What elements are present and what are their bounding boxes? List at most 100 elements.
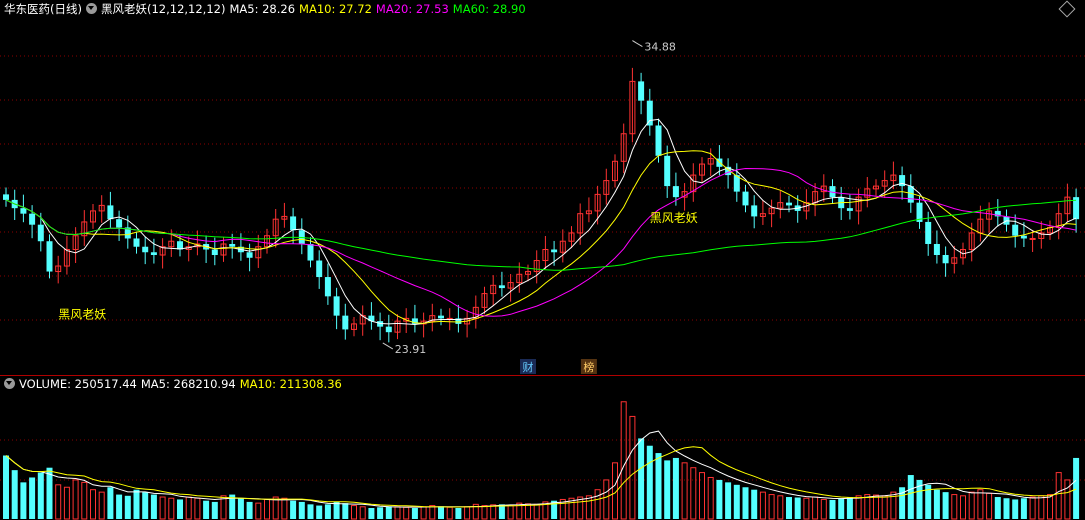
volume-bar: [333, 501, 340, 519]
candle: [498, 285, 505, 289]
volume-bar: [585, 495, 592, 520]
volume-bar: [794, 497, 801, 519]
volume-bar: [525, 503, 531, 520]
volume-bar: [577, 496, 584, 520]
volume-bar: [237, 498, 244, 519]
price-header: 华东医药(日线) 黑风老妖(12,12,12,12) MA5: 28.26 MA10:…: [4, 1, 530, 17]
low-marker: [382, 342, 394, 350]
volume-label: VOLUME: 250517.44: [19, 377, 137, 391]
volume-bar: [620, 401, 627, 520]
candle: [551, 249, 558, 253]
stock-chart-app: 34.88 23.91 黑风老妖 黑风老妖财榜 华东医药(日线) 黑风老妖(12,12,…: [0, 0, 1085, 520]
volume-bar: [646, 445, 653, 519]
volume-bar: [81, 481, 88, 520]
candle: [1029, 237, 1036, 240]
volume-bar: [385, 506, 392, 519]
volume-bar: [873, 494, 879, 520]
low-price-label: 23.91: [395, 343, 427, 356]
ma5-line: [5, 118, 1077, 326]
volume-bar: [951, 494, 958, 520]
volume-bar: [281, 497, 288, 520]
volume-bar: [368, 508, 375, 519]
volume-bar: [264, 498, 270, 520]
volume-bar: [820, 498, 827, 520]
volume-bar: [438, 506, 444, 519]
volume-bar: [829, 499, 836, 519]
candle: [316, 260, 323, 278]
candle: [646, 100, 653, 126]
volume-bar: [211, 501, 218, 519]
candle: [37, 224, 44, 242]
volume-bar: [1012, 499, 1019, 519]
candle: [342, 315, 349, 330]
candle: [116, 219, 123, 228]
volume-dropdown-icon[interactable]: [4, 378, 15, 389]
volume-bar: [464, 506, 471, 520]
high-marker: [632, 40, 643, 48]
volume-bar: [907, 475, 914, 519]
volume-bar: [351, 505, 357, 520]
volume-bar: [977, 489, 984, 520]
candle: [925, 221, 932, 244]
volume-bar: [455, 508, 462, 519]
volume-bar: [177, 499, 183, 519]
volume-bar: [864, 494, 871, 520]
volume-bar: [812, 496, 819, 520]
volume-bar: [316, 505, 323, 519]
candle: [933, 243, 940, 256]
candle: [672, 186, 679, 198]
volume-bar: [20, 482, 27, 519]
volume-bar: [324, 504, 331, 519]
candle: [1012, 224, 1019, 236]
volume-bar: [768, 494, 775, 520]
volume-bar: [742, 487, 749, 519]
volume-bar: [725, 482, 732, 519]
candle: [133, 238, 140, 247]
volume-bar: [1038, 495, 1045, 520]
volume-bar: [290, 500, 297, 519]
volume-bar: [11, 470, 18, 519]
volume-bar: [672, 457, 679, 519]
candle: [664, 155, 671, 187]
volume-header: VOLUME: 250517.44 MA5: 268210.94 MA10: 211…: [4, 376, 346, 392]
volume-bar: [98, 491, 105, 520]
candle: [107, 205, 114, 220]
volume-bar: [507, 505, 514, 520]
indicator-name[interactable]: 黑风老妖(12,12,12,12): [101, 2, 225, 16]
volume-bar: [203, 500, 210, 519]
stock-name[interactable]: 华东医药(日线): [4, 2, 82, 16]
volume-bar: [107, 487, 114, 519]
signal-text: 黑风老妖: [650, 211, 698, 225]
candle: [20, 208, 27, 214]
dropdown-icon[interactable]: [85, 3, 97, 14]
volume-bar: [255, 502, 262, 520]
candle: [290, 216, 297, 231]
volume-bar: [733, 484, 740, 519]
volume-bar: [307, 504, 314, 519]
volume-bar: [1047, 494, 1053, 520]
volume-bar: [777, 495, 784, 520]
volume-bar: [681, 462, 688, 520]
volume-bar: [377, 507, 384, 519]
candle: [438, 315, 444, 319]
volume-bar: [1020, 498, 1027, 519]
volume-bar: [655, 453, 662, 519]
volume-bar: [968, 491, 975, 520]
candle: [385, 326, 392, 333]
candle: [142, 246, 149, 253]
volume-bar: [751, 489, 758, 519]
volume-bar: [411, 508, 418, 519]
volume-bar: [63, 486, 70, 520]
candle: [3, 194, 9, 200]
ma10-label: MA10: 27.72: [299, 2, 372, 16]
volume-bar: [846, 497, 853, 519]
high-price-label: 34.88: [644, 41, 676, 54]
volume-bar: [603, 479, 610, 520]
volume-bar: [855, 495, 862, 520]
volume-bar: [29, 477, 36, 519]
volume-bar: [429, 505, 436, 520]
volume-bar: [716, 479, 723, 519]
candle: [638, 81, 645, 101]
volume-bar: [533, 503, 540, 520]
chart-canvas[interactable]: 34.8823.91黑风老妖黑风老妖财榜: [0, 0, 1085, 520]
